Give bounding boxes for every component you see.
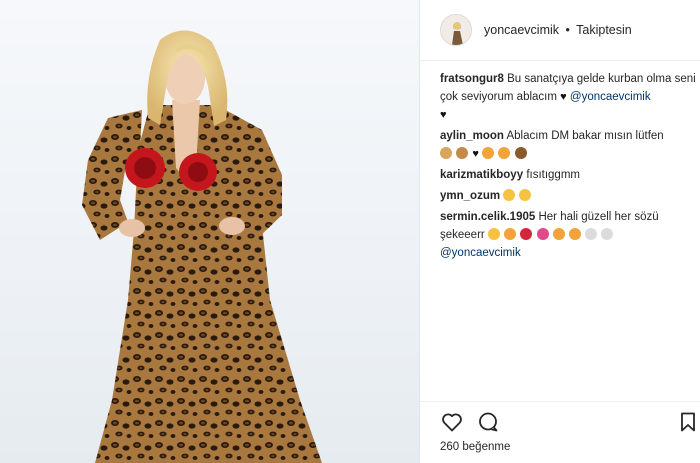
people-emoji-icon — [440, 147, 452, 159]
like-count[interactable]: 260 beğenme — [440, 441, 510, 453]
black-heart-icon: ♥ — [560, 91, 567, 103]
comment-username[interactable]: ymn_ozum — [440, 190, 500, 202]
cat-face-icon — [498, 147, 511, 159]
comment-username[interactable]: karizmatikboyy — [440, 169, 523, 181]
comment-mention[interactable]: @yoncaevcimik — [570, 91, 651, 103]
photo-image — [82, 30, 322, 463]
comment-username[interactable]: sermin.celik.1905 — [440, 211, 535, 223]
heart-outline-icon[interactable] — [440, 410, 464, 434]
comment-text: Ablacım DM bakar mısın lütfen — [506, 130, 664, 142]
comment-mention[interactable]: @yoncaevcimik — [440, 247, 521, 259]
lips-icon — [520, 228, 533, 240]
comment-username[interactable]: aylin_moon — [440, 130, 504, 142]
people-emoji-icon — [456, 147, 469, 159]
bow-icon — [536, 228, 549, 240]
header-divider — [420, 60, 700, 61]
avatar-image — [441, 15, 471, 45]
comment-text: fısıtıggmm — [526, 169, 580, 181]
hugging-face-icon — [519, 189, 532, 201]
like-count-label: beğenme — [462, 441, 511, 453]
cat-face-icon — [568, 228, 581, 240]
actions-divider — [420, 401, 700, 402]
grin-icon — [487, 228, 500, 240]
cat-face-icon — [552, 228, 565, 240]
comments-panel: yoncaevcimik • Takiptesin fratsongur8 Bu… — [420, 0, 700, 463]
comment-list: fratsongur8 Bu sanatçıya gelde kurban ol… — [440, 70, 696, 265]
heart-eyes-icon — [504, 228, 517, 240]
ghost-icon — [601, 228, 614, 240]
cat-face-icon — [482, 147, 495, 159]
post-username[interactable]: yoncaevcimik — [484, 23, 559, 37]
hugging-face-icon — [503, 189, 516, 201]
action-bar — [440, 410, 700, 438]
comment-bubble-icon[interactable] — [476, 410, 500, 434]
post-photo[interactable] — [0, 0, 419, 463]
comment-item: karizmatikboyy fısıtıggmm — [440, 166, 696, 184]
post-header: yoncaevcimik • Takiptesin — [420, 0, 700, 60]
header-separator: • — [565, 23, 570, 37]
comment-item: aylin_moon Ablacım DM bakar mısın lütfen… — [440, 127, 696, 163]
black-heart-icon: ♥ — [472, 148, 479, 160]
comment-username[interactable]: fratsongur8 — [440, 73, 504, 85]
bookmark-icon[interactable] — [676, 410, 700, 434]
comment-item: sermin.celik.1905 Her hali güzell her sö… — [440, 208, 696, 262]
black-heart-icon: ♥ — [440, 109, 447, 121]
like-count-number: 260 — [440, 441, 460, 453]
avatar[interactable] — [440, 14, 472, 46]
paw-icon — [514, 147, 527, 159]
comment-item: ymn_ozum — [440, 187, 696, 205]
ghost-icon — [585, 228, 598, 240]
comment-item: fratsongur8 Bu sanatçıya gelde kurban ol… — [440, 70, 696, 124]
following-button[interactable]: Takiptesin — [576, 23, 632, 37]
